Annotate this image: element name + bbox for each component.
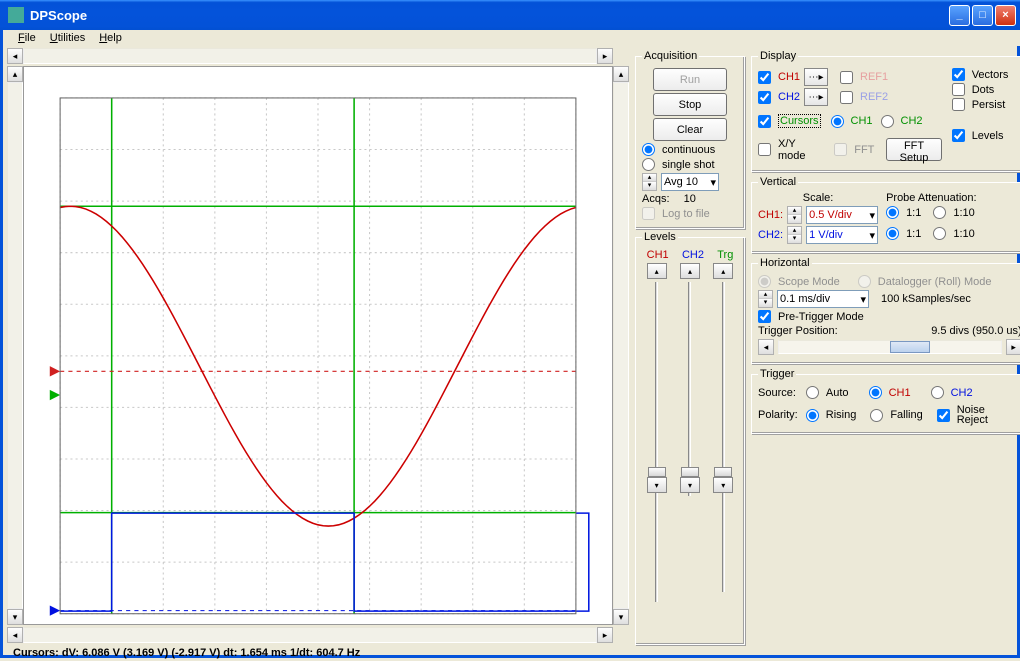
ref1-checkbox[interactable] (840, 71, 853, 84)
stop-button[interactable]: Stop (653, 93, 727, 116)
vectors-checkbox[interactable] (952, 68, 965, 81)
ch1-scale-spinner[interactable]: ▴▾ (787, 206, 802, 224)
scrollbar-bottom[interactable]: ◂▸ (7, 627, 629, 643)
minimize-button[interactable]: _ (949, 5, 970, 26)
roll-mode-radio (858, 275, 871, 288)
window-title: DPScope (28, 8, 947, 23)
scrollbar-right[interactable]: ▴▾ (613, 66, 629, 625)
maximize-button[interactable]: □ (972, 5, 993, 26)
display-panel: Display CH1 ⋯▸ REF1 CH2 ⋯▸ REF2 Cursors … (751, 50, 1020, 172)
xy-checkbox[interactable] (758, 143, 771, 156)
trig-ch2-radio[interactable] (931, 386, 944, 399)
cursors-checkbox[interactable] (758, 115, 771, 128)
log-checkbox (642, 207, 655, 220)
acquisition-legend: Acquisition (642, 50, 699, 62)
scroll-up-icon[interactable]: ▴ (7, 66, 23, 82)
scroll-right-icon[interactable]: ▸ (597, 48, 613, 64)
ch1-checkbox[interactable] (758, 71, 771, 84)
levels-checkbox[interactable] (952, 129, 965, 142)
close-button[interactable]: × (995, 5, 1016, 26)
continuous-radio[interactable] (642, 143, 655, 156)
ch2-checkbox[interactable] (758, 91, 771, 104)
menu-file[interactable]: File (11, 30, 43, 46)
trigger-pos-scrollbar[interactable]: ◂ ▸ (758, 339, 1020, 355)
scroll-left-icon[interactable]: ◂ (7, 48, 23, 64)
ch1-store-button[interactable]: ⋯▸ (804, 68, 828, 86)
plot-area: ◂ ▸ ▴ ▾ (7, 46, 629, 645)
trig-ch1-radio[interactable] (869, 386, 882, 399)
scope-mode-radio (758, 275, 771, 288)
menu-utilities[interactable]: Utilities (43, 30, 92, 46)
level-slider-trg[interactable]: ▴▾ (712, 263, 734, 493)
scroll-down-icon[interactable]: ▾ (7, 609, 23, 625)
ref2-checkbox[interactable] (840, 91, 853, 104)
app-icon (8, 7, 24, 23)
trig-auto-radio[interactable] (806, 386, 819, 399)
fft-checkbox (834, 143, 847, 156)
rising-radio[interactable] (806, 409, 819, 422)
probe2-110-radio[interactable] (933, 227, 946, 240)
ch2-store-button[interactable]: ⋯▸ (804, 88, 828, 106)
menu-help[interactable]: Help (92, 30, 129, 46)
scrollbar-top[interactable]: ◂ ▸ (7, 48, 629, 64)
falling-radio[interactable] (870, 409, 883, 422)
scrollbar-left[interactable]: ▴ ▾ (7, 66, 23, 625)
noise-checkbox[interactable] (937, 409, 950, 422)
ch1-scale-combo[interactable]: 0.5 V/div▾ (806, 206, 878, 224)
probe1-110-radio[interactable] (933, 206, 946, 219)
ch2-scale-spinner[interactable]: ▴▾ (787, 226, 802, 244)
dots-checkbox[interactable] (952, 83, 965, 96)
avg-spinner[interactable]: ▴▾ (642, 173, 657, 191)
levels-panel: Levels CH1 CH2 Trg ▴▾ ▴▾ ▴▾ (635, 231, 745, 645)
timebase-spinner[interactable]: ▴▾ (758, 290, 773, 308)
level-slider-ch2[interactable]: ▴▾ (679, 263, 701, 493)
cursor-ch2-radio[interactable] (881, 115, 894, 128)
probe1-11-radio[interactable] (886, 206, 899, 219)
pretrigger-checkbox[interactable] (758, 310, 771, 323)
vertical-panel: Vertical Scale: CH1: ▴▾ 0.5 V/div▾ CH2: … (751, 176, 1020, 253)
clear-button[interactable]: Clear (653, 118, 727, 141)
cursor-ch1-radio[interactable] (831, 115, 844, 128)
timebase-combo[interactable]: 0.1 ms/div▾ (777, 290, 869, 308)
single-shot-radio[interactable] (642, 158, 655, 171)
trigger-panel: Trigger Source: Auto CH1 CH2 Polarity: R… (751, 368, 1020, 434)
horizontal-panel: Horizontal Scope Mode Datalogger (Roll) … (751, 257, 1020, 364)
avg-combo[interactable]: Avg 10▾ (661, 173, 719, 191)
titlebar: DPScope _ □ × (0, 0, 1020, 30)
level-slider-ch1[interactable]: ▴▾ (646, 263, 668, 493)
status-bar: Cursors: dV: 6.086 V (3.169 V) (-2.917 V… (7, 645, 1020, 661)
menubar: File Utilities Help (7, 30, 1020, 46)
status-text: Cursors: dV: 6.086 V (3.169 V) (-2.917 V… (13, 647, 360, 659)
persist-checkbox[interactable] (952, 98, 965, 111)
fft-setup-button[interactable]: FFT Setup (886, 138, 941, 161)
oscilloscope-plot[interactable] (23, 66, 613, 625)
run-button[interactable]: Run (653, 68, 727, 91)
acquisition-panel: Acquisition Run Stop Clear continuous si… (635, 50, 745, 229)
probe2-11-radio[interactable] (886, 227, 899, 240)
ch2-scale-combo[interactable]: 1 V/div▾ (806, 226, 878, 244)
